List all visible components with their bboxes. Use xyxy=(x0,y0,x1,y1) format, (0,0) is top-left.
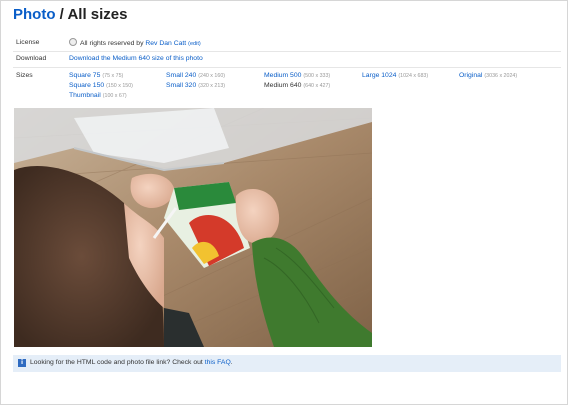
copyright-icon xyxy=(69,38,77,46)
size-name[interactable]: Large 1024 xyxy=(362,72,396,79)
edit-license-link[interactable]: (edit) xyxy=(188,41,201,47)
size-medium-640-current: Medium 640 (640 x 427) xyxy=(264,82,330,89)
info-icon: i xyxy=(18,359,26,367)
faq-link[interactable]: this FAQ xyxy=(205,359,231,366)
size-large-1024[interactable]: Large 1024 (1024 x 683) xyxy=(362,72,428,79)
size-medium-500[interactable]: Medium 500 (500 x 333) xyxy=(264,72,330,79)
page-title: Photo / All sizes xyxy=(13,6,127,23)
size-small-320[interactable]: Small 320 (320 x 213) xyxy=(166,82,225,89)
author-link[interactable]: Rev Dan Catt xyxy=(145,40,186,47)
size-thumbnail[interactable]: Thumbnail (100 x 67) xyxy=(69,92,127,99)
size-name[interactable]: Thumbnail xyxy=(69,92,101,99)
divider xyxy=(13,51,561,52)
size-name[interactable]: Small 240 xyxy=(166,72,196,79)
size-square-150[interactable]: Square 150 (150 x 150) xyxy=(69,82,133,89)
size-square-75[interactable]: Square 75 (75 x 75) xyxy=(69,72,123,79)
faq-notice: i Looking for the HTML code and photo fi… xyxy=(13,355,561,372)
size-name[interactable]: Small 320 xyxy=(166,82,196,89)
faq-end: . xyxy=(230,359,233,366)
faq-text: Looking for the HTML code and photo file… xyxy=(30,359,205,366)
size-dimensions: (640 x 427) xyxy=(303,83,331,89)
size-name[interactable]: Square 75 xyxy=(69,72,100,79)
title-current: All sizes xyxy=(67,6,128,23)
photo-image[interactable] xyxy=(14,108,372,347)
sizes-label: Sizes xyxy=(16,72,33,79)
photo-illustration xyxy=(14,108,372,347)
size-small-240[interactable]: Small 240 (240 x 160) xyxy=(166,72,225,79)
size-dimensions: (240 x 160) xyxy=(198,73,226,79)
download-label: Download xyxy=(16,55,47,62)
size-name: Medium 640 xyxy=(264,82,302,89)
size-dimensions: (75 x 75) xyxy=(102,73,124,79)
title-separator: / xyxy=(55,6,68,23)
size-name[interactable]: Original xyxy=(459,72,482,79)
size-dimensions: (320 x 213) xyxy=(198,83,226,89)
size-name[interactable]: Medium 500 xyxy=(264,72,301,79)
license-label: License xyxy=(16,39,40,46)
divider xyxy=(13,67,561,68)
license-value: All rights reserved by Rev Dan Catt (edit… xyxy=(69,38,201,47)
size-name[interactable]: Square 150 xyxy=(69,82,104,89)
download-link[interactable]: Download the Medium 640 size of this pho… xyxy=(69,55,203,62)
photo-breadcrumb-link[interactable]: Photo xyxy=(13,6,56,23)
size-dimensions: (1024 x 683) xyxy=(398,73,429,79)
size-dimensions: (3036 x 2024) xyxy=(484,73,518,79)
size-dimensions: (150 x 150) xyxy=(106,83,133,89)
faq-message: Looking for the HTML code and photo file… xyxy=(30,359,233,366)
license-text: All rights reserved by xyxy=(80,40,146,47)
size-original[interactable]: Original (3036 x 2024) xyxy=(459,72,517,79)
size-dimensions: (500 x 333) xyxy=(303,73,331,79)
size-dimensions: (100 x 67) xyxy=(102,93,127,99)
